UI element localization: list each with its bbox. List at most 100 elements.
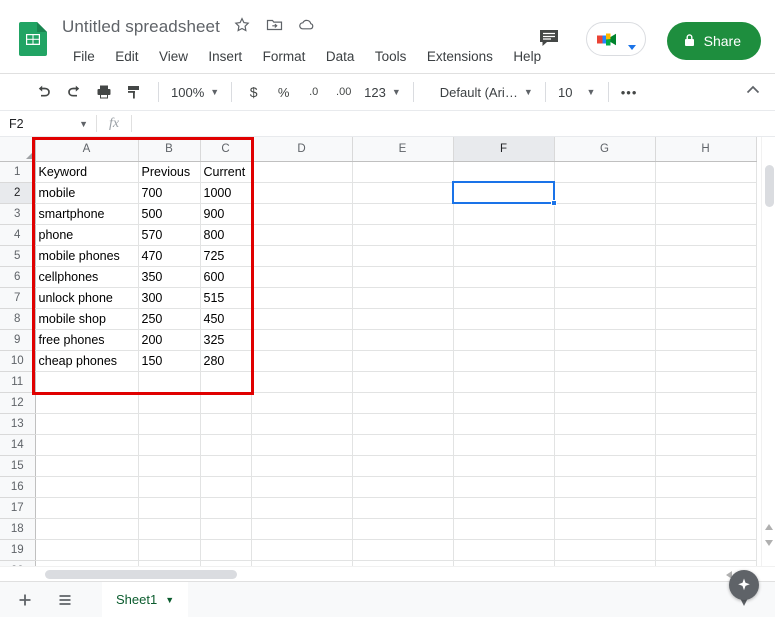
name-box[interactable]: F2 ▼	[0, 111, 96, 137]
cell-F19[interactable]	[453, 539, 555, 561]
cell-H14[interactable]	[655, 434, 757, 456]
cell-E19[interactable]	[352, 539, 454, 561]
cell-A10[interactable]: cheap phones	[35, 350, 139, 372]
cell-C11[interactable]	[200, 371, 252, 393]
cell-F11[interactable]	[453, 371, 555, 393]
cell-E6[interactable]	[352, 266, 454, 288]
cell-A4[interactable]: phone	[35, 224, 139, 246]
row-header-13[interactable]: 13	[0, 413, 36, 435]
cell-B6[interactable]: 350	[138, 266, 201, 288]
cell-E7[interactable]	[352, 287, 454, 309]
cell-H19[interactable]	[655, 539, 757, 561]
cell-C16[interactable]	[200, 476, 252, 498]
cell-A11[interactable]	[35, 371, 139, 393]
menu-file[interactable]: File	[66, 46, 102, 68]
cell-E1[interactable]	[352, 161, 454, 183]
cell-B13[interactable]	[138, 413, 201, 435]
row-header-17[interactable]: 17	[0, 497, 36, 519]
horizontal-scrollbar[interactable]	[0, 566, 775, 581]
cell-F1[interactable]	[453, 161, 555, 183]
menu-view[interactable]: View	[152, 46, 195, 68]
cell-A6[interactable]: cellphones	[35, 266, 139, 288]
cell-B12[interactable]	[138, 392, 201, 414]
cell-G18[interactable]	[554, 518, 656, 540]
cell-H18[interactable]	[655, 518, 757, 540]
row-header-14[interactable]: 14	[0, 434, 36, 456]
cell-H7[interactable]	[655, 287, 757, 309]
more-toolbar-options-button[interactable]: •••	[617, 79, 642, 105]
cell-C1[interactable]: Current	[200, 161, 252, 183]
cell-A14[interactable]	[35, 434, 139, 456]
cell-H9[interactable]	[655, 329, 757, 351]
cell-E10[interactable]	[352, 350, 454, 372]
cell-F3[interactable]	[453, 203, 555, 225]
cell-C18[interactable]	[200, 518, 252, 540]
cell-B8[interactable]: 250	[138, 308, 201, 330]
cell-D3[interactable]	[251, 203, 353, 225]
undo-icon[interactable]	[30, 79, 57, 106]
menu-insert[interactable]: Insert	[201, 46, 249, 68]
cell-B17[interactable]	[138, 497, 201, 519]
more-formats-selector[interactable]: 123 ▼	[360, 79, 405, 105]
cell-G6[interactable]	[554, 266, 656, 288]
add-sheet-button[interactable]	[10, 585, 40, 615]
cell-G5[interactable]	[554, 245, 656, 267]
cell-D9[interactable]	[251, 329, 353, 351]
cell-E8[interactable]	[352, 308, 454, 330]
cell-G17[interactable]	[554, 497, 656, 519]
cell-D13[interactable]	[251, 413, 353, 435]
cell-A5[interactable]: mobile phones	[35, 245, 139, 267]
cell-A13[interactable]	[35, 413, 139, 435]
cell-F6[interactable]	[453, 266, 555, 288]
cell-F4[interactable]	[453, 224, 555, 246]
row-header-11[interactable]: 11	[0, 371, 36, 393]
cell-A9[interactable]: free phones	[35, 329, 139, 351]
row-header-5[interactable]: 5	[0, 245, 36, 267]
cell-A19[interactable]	[35, 539, 139, 561]
decrease-decimal-button[interactable]: .0	[300, 79, 327, 106]
cell-D10[interactable]	[251, 350, 353, 372]
cell-G4[interactable]	[554, 224, 656, 246]
comment-icon[interactable]	[536, 25, 566, 55]
column-header-f[interactable]: F	[453, 137, 555, 162]
cell-E5[interactable]	[352, 245, 454, 267]
cell-E11[interactable]	[352, 371, 454, 393]
row-header-3[interactable]: 3	[0, 203, 36, 225]
row-header-18[interactable]: 18	[0, 518, 36, 540]
cell-H8[interactable]	[655, 308, 757, 330]
cell-H2[interactable]	[655, 182, 757, 204]
cell-F17[interactable]	[453, 497, 555, 519]
cell-A15[interactable]	[35, 455, 139, 477]
cell-F8[interactable]	[453, 308, 555, 330]
cell-B15[interactable]	[138, 455, 201, 477]
cell-D11[interactable]	[251, 371, 353, 393]
column-header-g[interactable]: G	[554, 137, 656, 162]
vertical-scrollbar-thumb[interactable]	[765, 165, 774, 207]
cell-C3[interactable]: 900	[200, 203, 252, 225]
cell-F9[interactable]	[453, 329, 555, 351]
menu-data[interactable]: Data	[319, 46, 362, 68]
column-header-a[interactable]: A	[35, 137, 139, 162]
paint-format-icon[interactable]	[120, 79, 147, 106]
cell-F7[interactable]	[453, 287, 555, 309]
cloud-saved-icon[interactable]	[298, 17, 316, 38]
cell-G10[interactable]	[554, 350, 656, 372]
formula-input[interactable]	[132, 110, 775, 137]
row-header-12[interactable]: 12	[0, 392, 36, 414]
cell-B18[interactable]	[138, 518, 201, 540]
cell-C19[interactable]	[200, 539, 252, 561]
cell-A17[interactable]	[35, 497, 139, 519]
explore-sparkle-icon[interactable]	[729, 570, 759, 600]
cell-E16[interactable]	[352, 476, 454, 498]
cell-A3[interactable]: smartphone	[35, 203, 139, 225]
cell-F16[interactable]	[453, 476, 555, 498]
row-header-2[interactable]: 2	[0, 182, 36, 204]
cell-C13[interactable]	[200, 413, 252, 435]
cell-D6[interactable]	[251, 266, 353, 288]
cell-C4[interactable]: 800	[200, 224, 252, 246]
cell-B19[interactable]	[138, 539, 201, 561]
cell-D1[interactable]	[251, 161, 353, 183]
cell-D2[interactable]	[251, 182, 353, 204]
cell-C6[interactable]: 600	[200, 266, 252, 288]
font-size-selector[interactable]: 10 ▼	[554, 79, 600, 105]
